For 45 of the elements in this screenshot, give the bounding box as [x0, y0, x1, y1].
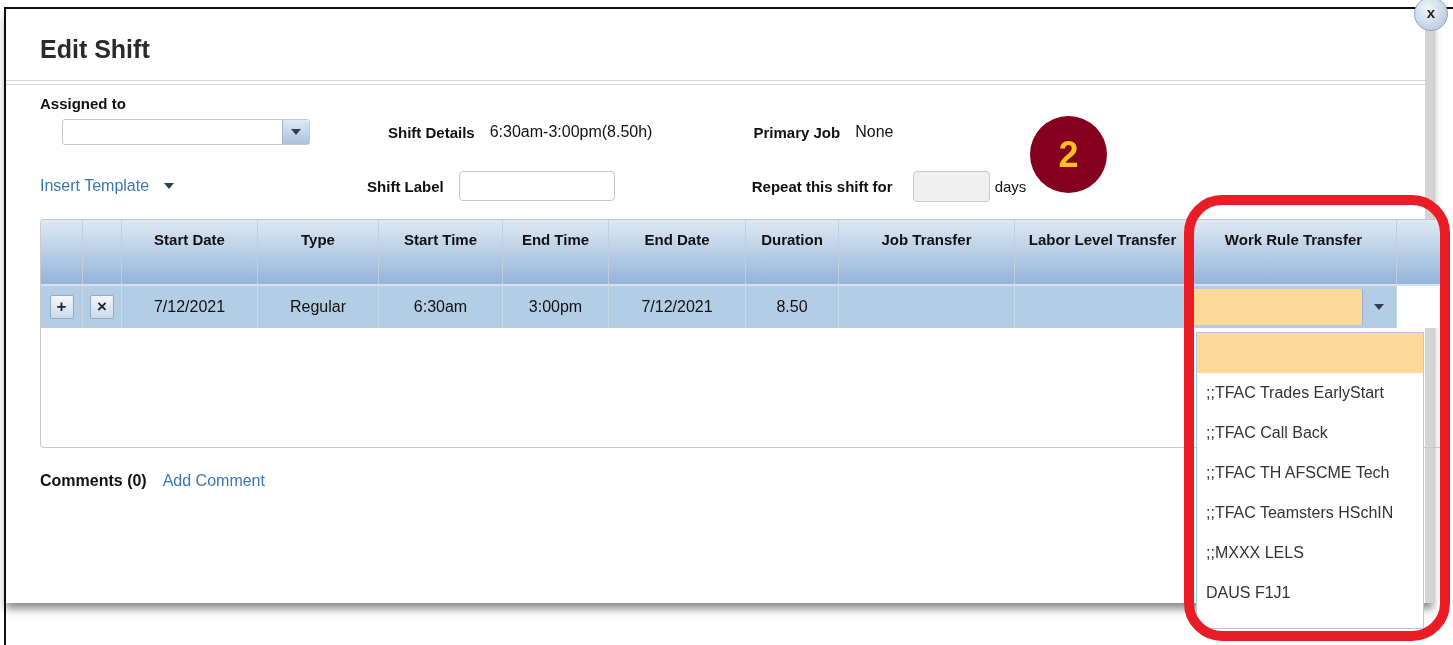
column-header: Start Date — [122, 220, 258, 284]
dropdown-option[interactable]: ;;TFAC Trades EarlyStart — [1197, 373, 1423, 413]
dropdown-option[interactable]: ;;TFAC Call Back — [1197, 413, 1423, 453]
table-cell: 8.50 — [746, 284, 839, 328]
column-header: Start Time — [379, 220, 503, 284]
table-cell: 6:30am — [379, 284, 503, 328]
table-cell: 7/12/2021 — [609, 284, 746, 328]
remove-row-button[interactable]: × — [90, 295, 114, 319]
column-header — [41, 220, 83, 284]
dropdown-option[interactable]: ;;TFAC TH AFSCME Tech — [1197, 453, 1423, 493]
repeat-days-field[interactable] — [912, 170, 990, 202]
dialog-title: Edit Shift — [39, 34, 151, 65]
add-comment-link[interactable]: Add Comment — [162, 472, 265, 490]
table-cell: 3:00pm — [503, 284, 609, 328]
column-header: End Time — [503, 220, 609, 284]
caret-icon — [164, 183, 175, 189]
column-header — [1397, 220, 1442, 284]
column-header: Job Transfer — [839, 220, 1015, 284]
add-row-button[interactable]: + — [49, 295, 74, 319]
dropdown-option[interactable]: DAUS F1J1 — [1197, 573, 1423, 613]
field-label: Assigned to — [40, 95, 126, 112]
field-label: Primary Job — [753, 123, 841, 141]
field-label: Shift Label — [367, 177, 444, 195]
column-header — [83, 220, 122, 284]
dropdown-option[interactable]: ;;MXXX LELS — [1197, 533, 1423, 573]
table-cell: 7/12/2021 — [122, 284, 258, 328]
dropdown-option[interactable] — [1197, 333, 1423, 373]
assigned-to-select[interactable] — [62, 119, 310, 145]
caret-icon — [1374, 304, 1384, 310]
table-cell: Regular — [258, 284, 379, 328]
field-value: None — [855, 123, 894, 141]
caret-icon — [291, 129, 301, 135]
column-header: Work Rule Transfer — [1191, 220, 1397, 284]
field-label: Repeat this shift for — [751, 177, 893, 195]
shift-label-field[interactable] — [458, 171, 615, 201]
column-header: Type — [258, 220, 379, 284]
column-header: Duration — [746, 220, 839, 284]
field-label: days — [994, 177, 1027, 195]
close-button[interactable]: x — [1414, 0, 1448, 31]
field-label: Shift Details — [388, 123, 475, 141]
comments-label: Comments (0) — [40, 472, 147, 490]
insert-template-link[interactable]: Insert Template — [40, 177, 150, 195]
field-value: 6:30am-3:00pm(8.50h) — [489, 123, 653, 141]
column-header: End Date — [609, 220, 746, 284]
dropdown-option[interactable]: ;;TFAC Teamsters HSchIN — [1197, 493, 1423, 533]
